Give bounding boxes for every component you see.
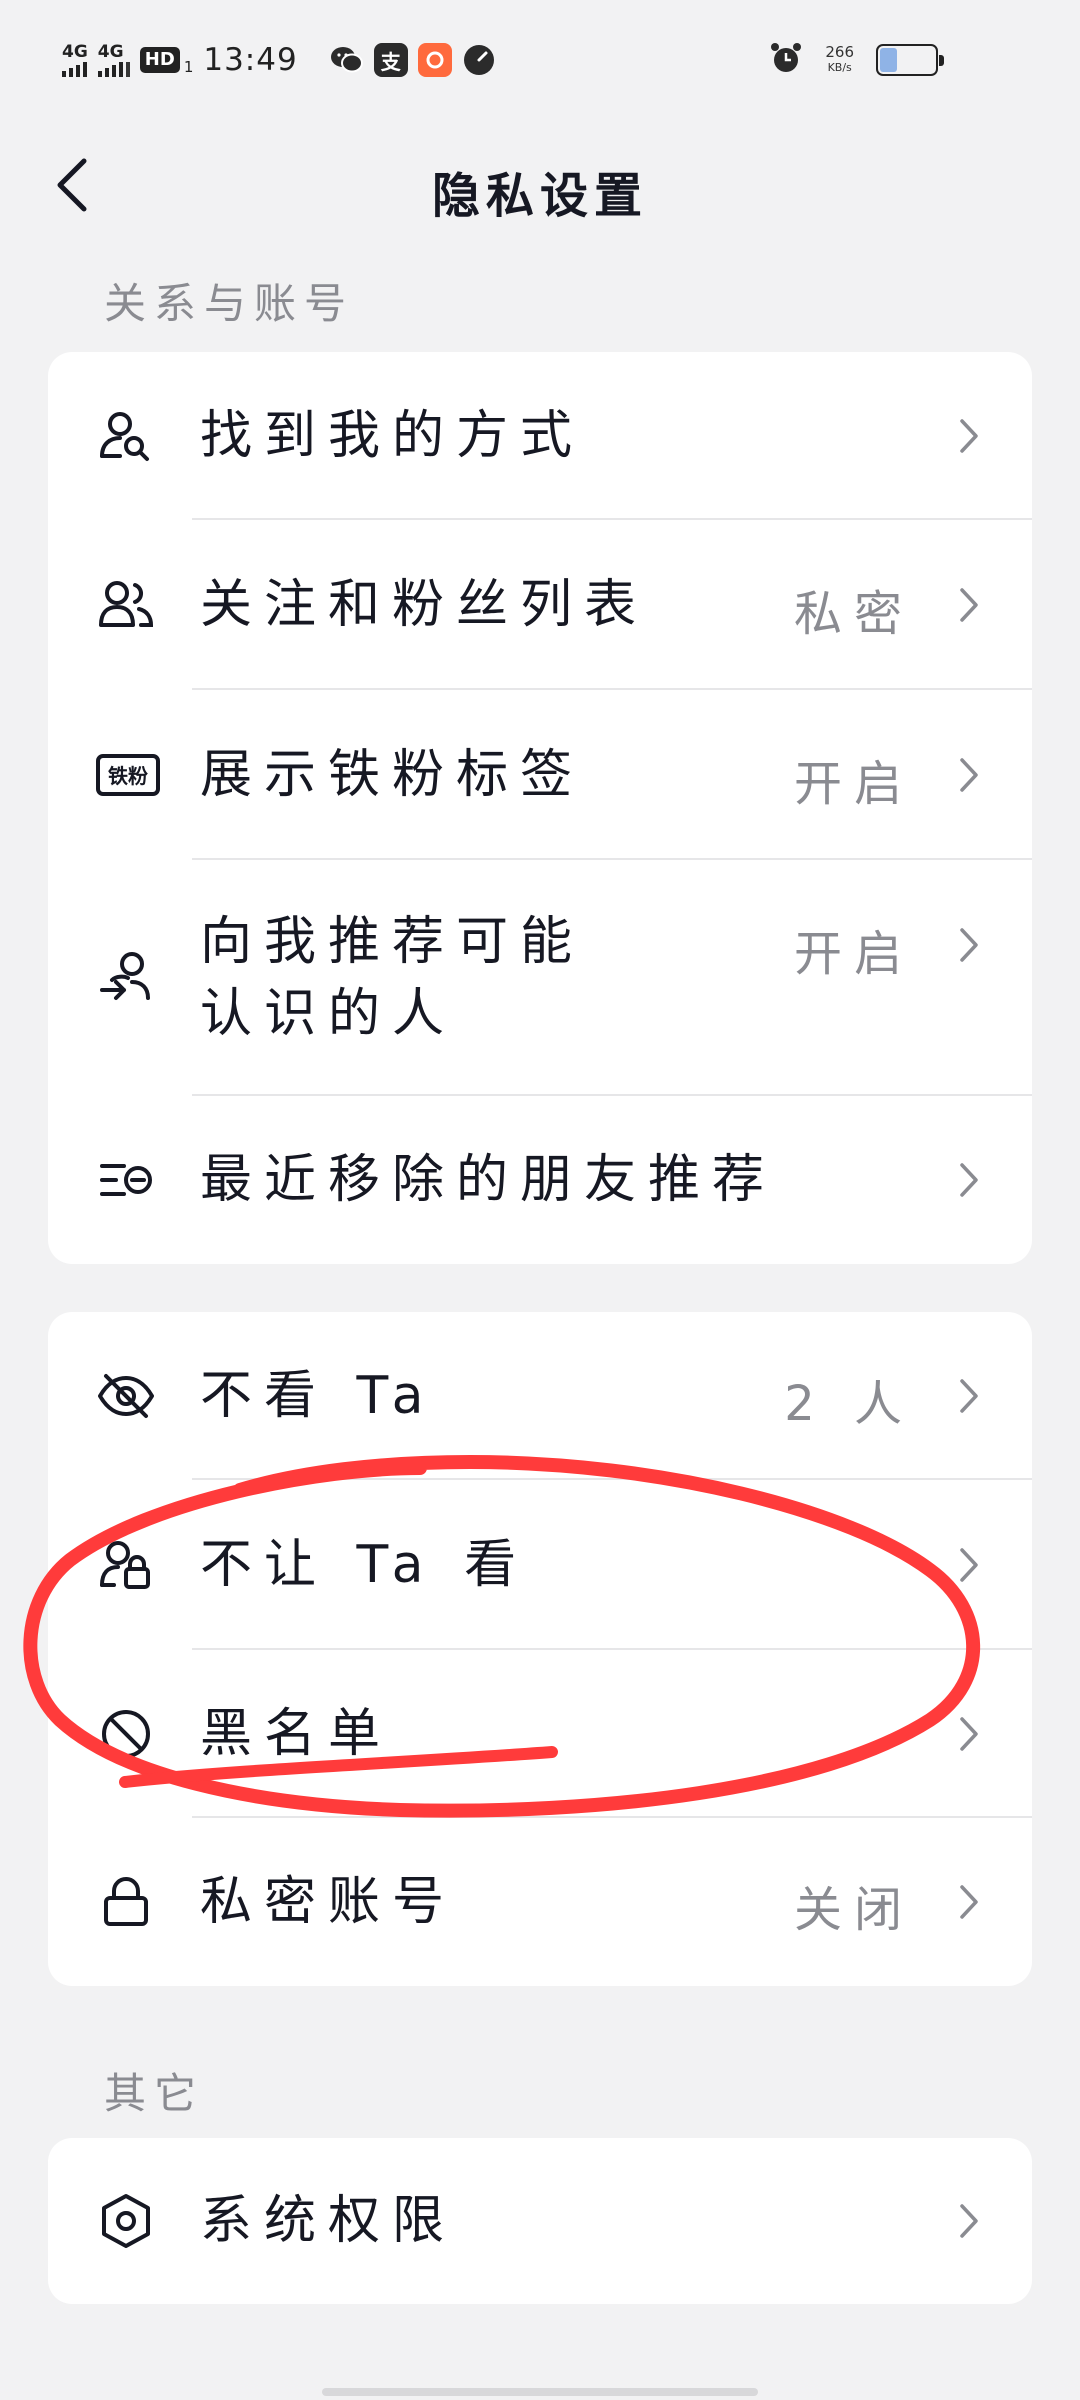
row-label-line-1: 向我推荐可能 xyxy=(200,912,585,972)
speed-unit: KB/s xyxy=(827,61,852,74)
status-right: 266 KB/s xyxy=(769,38,944,82)
chevron-right-icon xyxy=(954,583,984,627)
hd-badge: HD xyxy=(139,47,180,73)
network-type-2: 4G xyxy=(97,41,124,62)
visibility-card: 不看 Ta 2 人 不让 Ta 看 黑名单 私密账号 关闭 xyxy=(48,1312,1032,1986)
status-bar: 4G 4G HD 1 13:49 支 266 KB/s xyxy=(0,0,1080,120)
row-hide-ta[interactable]: 不看 Ta 2 人 xyxy=(48,1312,1032,1480)
signal-bars-icon xyxy=(97,61,130,77)
wechat-icon xyxy=(330,43,364,77)
alarm-icon xyxy=(769,41,803,79)
eye-off-icon xyxy=(96,1366,156,1426)
chevron-right-icon xyxy=(954,1158,984,1202)
row-value: 私密 xyxy=(793,586,914,642)
row-label: 不看 Ta xyxy=(200,1366,436,1426)
chevron-right-icon xyxy=(954,753,984,797)
row-label: 关注和粉丝列表 xyxy=(200,575,649,635)
other-card: 系统权限 xyxy=(48,2138,1032,2304)
settings-hexagon-icon xyxy=(96,2191,156,2251)
network-speed: 266 KB/s xyxy=(825,45,854,75)
speedometer-icon xyxy=(462,43,496,77)
row-block-view[interactable]: 不让 Ta 看 xyxy=(48,1480,1032,1650)
row-label: 展示铁粉标签 xyxy=(200,745,585,805)
relationship-card: 找到我的方式 关注和粉丝列表 私密 铁粉 展示铁粉标签 开启 向我推荐可能 认识… xyxy=(48,352,1032,1264)
row-value: 2 人 xyxy=(784,1376,914,1432)
home-indicator xyxy=(322,2388,758,2396)
page-title: 隐私设置 xyxy=(431,168,648,224)
row-find-me[interactable]: 找到我的方式 xyxy=(48,352,1032,520)
row-private-account[interactable]: 私密账号 关闭 xyxy=(48,1818,1032,1986)
row-label: 私密账号 xyxy=(200,1872,457,1932)
signal-bars-icon xyxy=(62,61,87,77)
chevron-right-icon xyxy=(954,1374,984,1418)
network-type-1: 4G xyxy=(62,41,88,62)
chevron-right-icon xyxy=(954,923,984,967)
row-follow-list[interactable]: 关注和粉丝列表 私密 xyxy=(48,520,1032,690)
row-blacklist[interactable]: 黑名单 xyxy=(48,1650,1032,1818)
user-lock-icon xyxy=(96,1535,156,1595)
user-search-icon xyxy=(96,406,156,466)
chevron-right-icon xyxy=(954,1880,984,1924)
iron-fan-badge-icon: 铁粉 xyxy=(96,745,160,805)
chevron-right-icon xyxy=(954,414,984,458)
row-system-permissions[interactable]: 系统权限 xyxy=(48,2138,1032,2304)
status-time: 13:49 xyxy=(203,42,298,78)
chevron-right-icon xyxy=(954,2199,984,2243)
signal-2: 4G xyxy=(97,41,130,77)
chevron-right-icon xyxy=(954,1712,984,1756)
battery-icon xyxy=(876,44,944,76)
section-label-relationship: 关系与账号 xyxy=(104,279,355,328)
sim-index: 1 xyxy=(183,58,194,76)
status-left: 4G 4G HD 1 13:49 支 xyxy=(62,38,496,82)
row-removed-recommendations[interactable]: 最近移除的朋友推荐 xyxy=(48,1096,1032,1264)
users-icon xyxy=(96,575,156,635)
row-iron-fan[interactable]: 铁粉 展示铁粉标签 开启 xyxy=(48,690,1032,860)
header: 隐私设置 xyxy=(0,120,1080,250)
block-icon xyxy=(96,1704,156,1764)
app-notification-icon xyxy=(417,43,452,77)
iron-fan-badge-text: 铁粉 xyxy=(108,764,148,788)
row-label: 黑名单 xyxy=(200,1704,393,1764)
row-recommend[interactable]: 向我推荐可能 认识的人 开启 xyxy=(48,860,1032,1096)
alipay-icon: 支 xyxy=(373,43,408,77)
row-value: 开启 xyxy=(793,926,914,982)
speed-value: 266 xyxy=(825,43,854,61)
battery-fill xyxy=(880,48,898,72)
row-label: 不让 Ta 看 xyxy=(200,1535,529,1595)
row-label: 找到我的方式 xyxy=(200,406,585,466)
chevron-right-icon xyxy=(954,1543,984,1587)
row-label: 最近移除的朋友推荐 xyxy=(200,1150,777,1210)
section-label-other: 其它 xyxy=(104,2069,205,2118)
list-remove-icon xyxy=(96,1150,156,1210)
user-recommend-icon xyxy=(96,948,156,1008)
row-label: 系统权限 xyxy=(200,2191,457,2251)
row-value: 关闭 xyxy=(793,1882,914,1938)
lock-icon xyxy=(96,1872,156,1932)
row-label-line-2: 认识的人 xyxy=(200,984,457,1044)
signal-1: 4G xyxy=(62,41,88,77)
row-value: 开启 xyxy=(793,756,914,812)
